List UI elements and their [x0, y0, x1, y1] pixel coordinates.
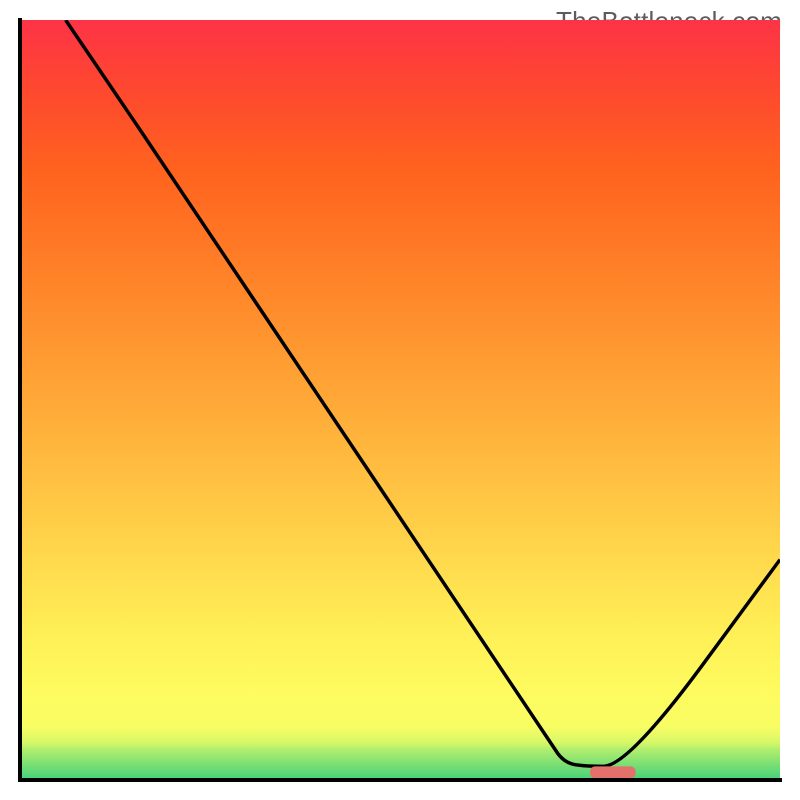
bottleneck-chart: [18, 18, 782, 782]
chart-svg: [18, 18, 782, 782]
optimal-range-marker: [590, 766, 636, 778]
chart-background: [20, 20, 780, 780]
